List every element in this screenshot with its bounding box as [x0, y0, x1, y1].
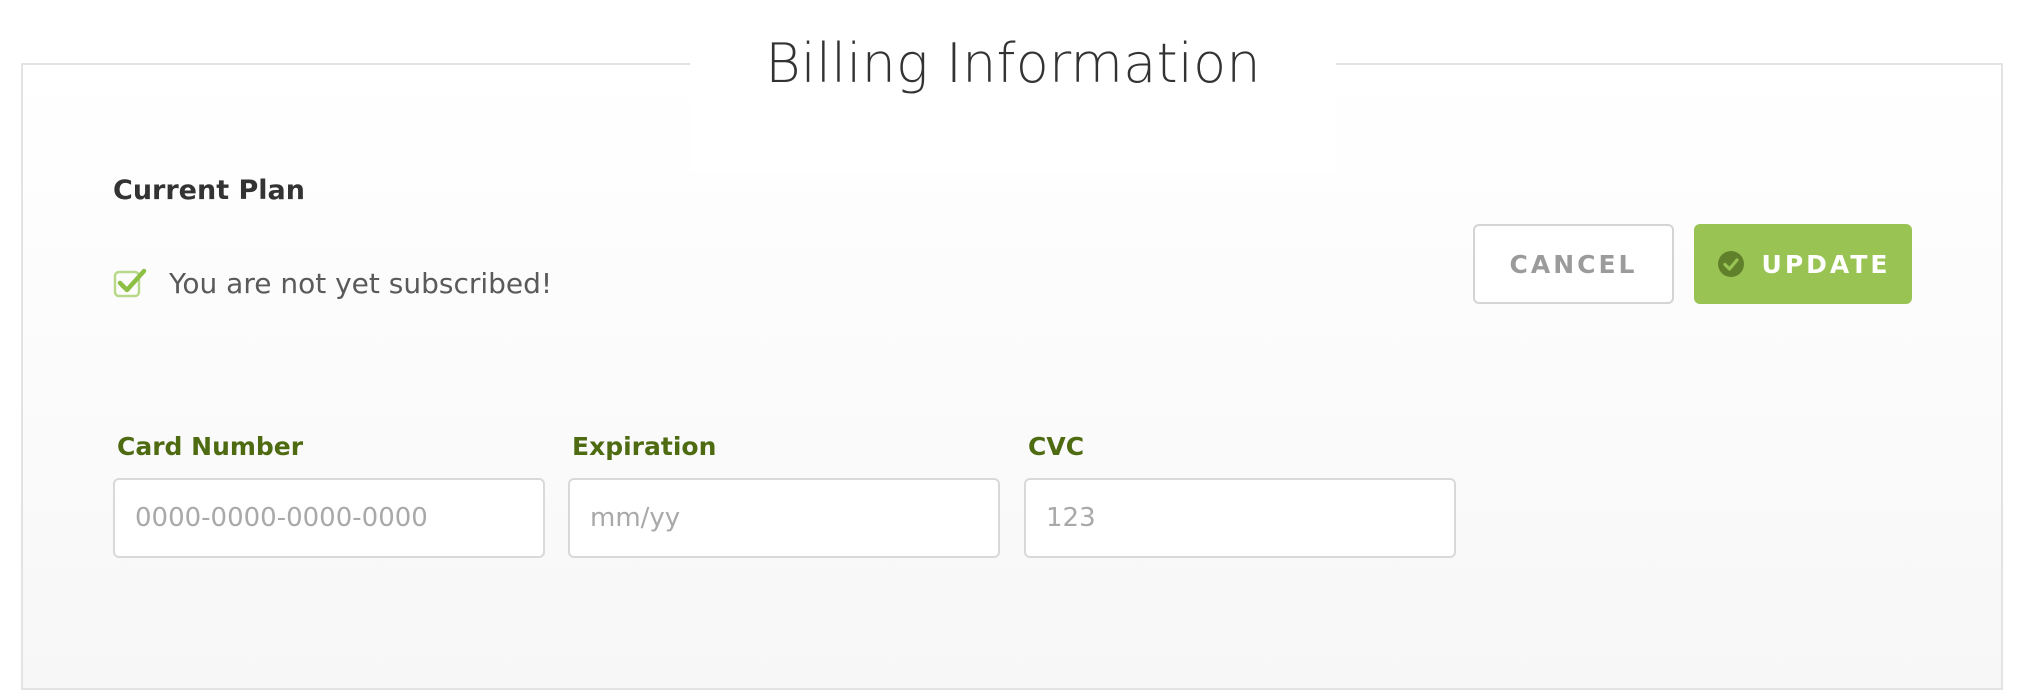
subscription-status-text: You are not yet subscribed!: [169, 266, 553, 300]
update-button-label: UPDATE: [1761, 249, 1891, 279]
cvc-label: CVC: [1028, 432, 1085, 461]
cancel-button[interactable]: CANCEL: [1473, 224, 1674, 304]
cvc-input[interactable]: [1024, 478, 1456, 558]
title-wrapper: Billing Information: [690, 20, 1336, 172]
card-number-input[interactable]: [113, 478, 545, 558]
update-button[interactable]: UPDATE: [1694, 224, 1912, 304]
page-title: Billing Information: [765, 32, 1261, 95]
current-plan-heading: Current Plan: [113, 175, 305, 206]
cancel-button-label: CANCEL: [1509, 249, 1638, 279]
check-circle-icon: [1716, 249, 1746, 279]
expiration-label: Expiration: [572, 432, 717, 461]
card-number-label: Card Number: [117, 432, 304, 461]
subscription-status: You are not yet subscribed!: [113, 265, 552, 301]
expiration-input[interactable]: [568, 478, 1000, 558]
checkbox-check-icon: [113, 266, 147, 300]
